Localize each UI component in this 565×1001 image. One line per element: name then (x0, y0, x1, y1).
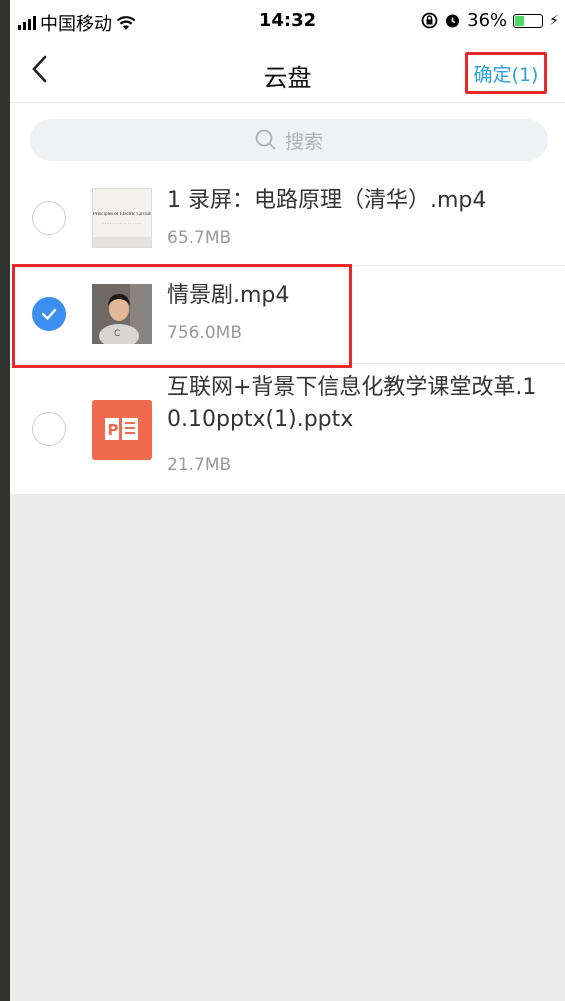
file-name: 互联网+背景下信息化教学课堂改革.10.10pptx(1).pptx (167, 375, 537, 432)
video-thumbnail-person: C (92, 284, 152, 348)
status-right: 36% ⚡ (421, 10, 559, 31)
battery-icon (513, 13, 544, 28)
thumbnail-subtitle: · · · · · · · · · · · · · · · · (102, 221, 142, 226)
file-size: 756.0MB (167, 323, 242, 343)
powerpoint-icon: P (92, 400, 152, 460)
svg-text:C: C (114, 329, 120, 339)
alarm-icon (446, 14, 460, 28)
search-input[interactable]: 搜索 (30, 119, 548, 161)
svg-text:P: P (108, 421, 119, 439)
radio-unchecked[interactable] (32, 201, 66, 235)
file-size: 21.7MB (167, 455, 232, 475)
file-name: 情景剧.mp4 (167, 283, 290, 308)
list-item-selected[interactable]: C 情景剧.mp4 756.0MB (10, 266, 565, 364)
nav-bar: 云盘 确定(1) (10, 44, 565, 103)
file-size: 65.7MB (167, 228, 232, 248)
status-bar: 中国移动 14:32 36% ⚡ (10, 0, 565, 44)
file-name: 1 录屏：电路原理（清华）.mp4 (167, 188, 487, 213)
confirm-button[interactable]: 确定(1) (465, 52, 547, 94)
search-section: 搜索 (10, 103, 565, 173)
list-item[interactable]: Principles of Electric Circuits · · · · … (10, 173, 565, 266)
phone-screen: 中国移动 14:32 36% ⚡ 云盘 确定(1) 搜索 Principles … (10, 0, 565, 1001)
checkmark-icon (41, 308, 57, 321)
list-item[interactable]: P 互联网+背景下信息化教学课堂改革.10.10pptx(1).pptx 21.… (10, 364, 565, 494)
charging-icon: ⚡ (549, 12, 559, 29)
video-thumbnail: Principles of Electric Circuits · · · · … (92, 188, 152, 248)
battery-percent: 36% (467, 10, 508, 31)
search-placeholder: 搜索 (284, 130, 323, 153)
search-icon (255, 129, 276, 150)
file-list: Principles of Electric Circuits · · · · … (10, 173, 565, 494)
thumbnail-title: Principles of Electric Circuits (93, 212, 151, 217)
radio-unchecked[interactable] (32, 412, 66, 446)
orientation-lock-icon (421, 12, 438, 29)
radio-checked[interactable] (32, 297, 66, 331)
